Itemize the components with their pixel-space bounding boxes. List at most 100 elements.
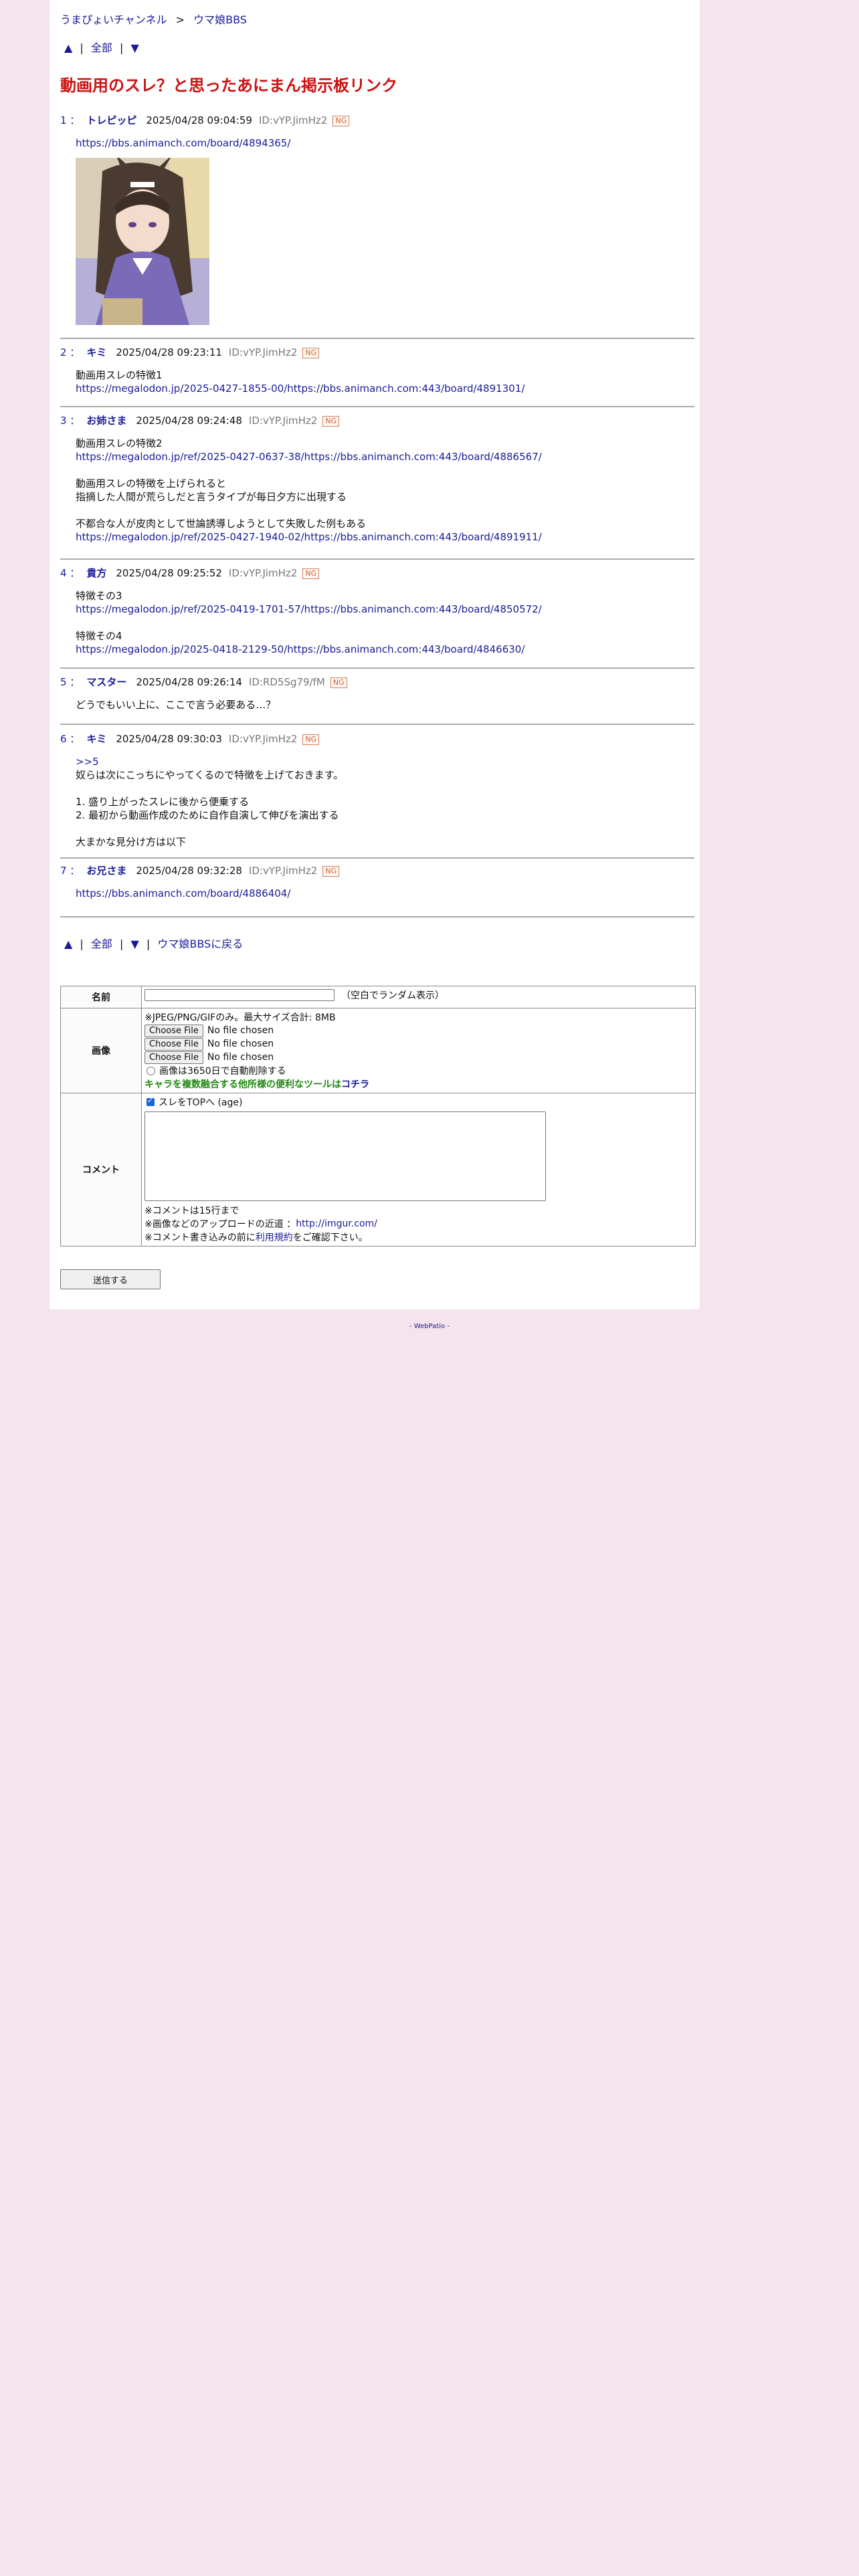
post-number[interactable]: 2 ： [60, 346, 80, 358]
post-body: https://bbs.animanch.com/board/4886404/ [76, 887, 694, 900]
comment-note-2: ※画像などのアップロードの近道 ： http://imgur.com/ [145, 1217, 692, 1230]
ng-button[interactable]: NG [302, 348, 320, 358]
nav-up-link[interactable]: ▲ [64, 41, 72, 54]
tool-note-text: キャラを複数融合する他所様の便利なツールは [145, 1079, 341, 1090]
post-date: 2025/04/28 09:24:48 [136, 415, 242, 427]
comment-textarea[interactable] [145, 1111, 546, 1201]
image-row: 画像 ※JPEG/PNG/GIFのみ。最大サイズ合計: 8MB Choose F… [60, 1008, 696, 1093]
post-link[interactable]: https://megalodon.jp/ref/2025-0427-1940-… [76, 530, 694, 544]
image-label: 画像 [60, 1008, 142, 1093]
post-line: 指摘した人間が荒らしだと言うタイプが毎日夕方に出現する [76, 491, 347, 503]
post-number[interactable]: 6 ： [60, 733, 80, 745]
post-divider [60, 338, 694, 339]
name-row: 名前 （空白でランダム表示） [60, 986, 696, 1008]
post-number[interactable]: 5 ： [60, 676, 80, 688]
post-body: 特徴その3 https://megalodon.jp/ref/2025-0419-… [76, 589, 694, 656]
post-link[interactable]: https://bbs.animanch.com/board/4894365/ [76, 136, 694, 150]
note3-text: ※コメント書き込みの前に [145, 1232, 256, 1243]
post-header: 1 ： トレピッピ 2025/04/28 09:04:59 ID:vYP.JimHz2… [60, 114, 694, 127]
post-line: 不都合な人が皮肉として世論誘導しようとして失敗した例もある [76, 518, 367, 530]
post: 3 ： お姉さま 2025/04/28 09:24:48 ID:vYP.JimHz2 N… [60, 414, 694, 544]
post-header: 4 ： 貴方 2025/04/28 09:25:52 ID:vYP.JimHz2 NG [60, 566, 694, 580]
nav-divider: | [120, 938, 124, 950]
poster-id: ID:vYP.JimHz2 [248, 865, 318, 877]
post-link[interactable]: https://megalodon.jp/2025-0427-1855-00/h… [76, 382, 694, 395]
choose-file-button[interactable]: Choose File [145, 1051, 203, 1064]
post: 6 ： キミ 2025/04/28 09:30:03 ID:vYP.JimHz2 NG >… [60, 732, 694, 849]
post-date: 2025/04/28 09:26:14 [136, 676, 242, 688]
name-input[interactable] [145, 989, 335, 1001]
post-number[interactable]: 1 ： [60, 114, 80, 126]
poster-name[interactable]: キミ [86, 733, 106, 745]
auto-delete-radio[interactable] [147, 1066, 155, 1075]
breadcrumb-board-link[interactable]: ウマ娘BBS [193, 13, 247, 26]
poster-id: ID:RD5Sg79/fM [248, 676, 325, 688]
name-hint: （空白でランダム表示） [341, 990, 444, 1001]
poster-name[interactable]: お兄さま [86, 865, 126, 877]
comment-row: コメント ✓ スレをTOPへ (age) ※コメントは15行まで ※画像などのア… [60, 1093, 696, 1247]
post-line: 動画用スレの特徴1 [76, 369, 163, 381]
post-divider [60, 857, 694, 859]
nav-all-link[interactable]: 全部 [91, 41, 112, 54]
comment-label: コメント [60, 1093, 142, 1247]
post-link[interactable]: >>5 [76, 755, 694, 768]
post-header: 6 ： キミ 2025/04/28 09:30:03 ID:vYP.JimHz2 NG [60, 732, 694, 746]
footer-credit[interactable]: - WebPatio - [0, 1323, 859, 1330]
post-image-thumbnail[interactable] [76, 158, 209, 325]
post: 2 ： キミ 2025/04/28 09:23:11 ID:vYP.JimHz2 NG 動… [60, 346, 694, 395]
breadcrumb-home-link[interactable]: うまぴょいチャンネル [60, 13, 167, 26]
post-number[interactable]: 4 ： [60, 567, 80, 579]
age-option: ✓ スレをTOPへ (age) [145, 1095, 692, 1109]
age-checkbox[interactable]: ✓ [147, 1096, 155, 1106]
comment-note-1: ※コメントは15行まで [145, 1206, 240, 1216]
post-header: 3 ： お姉さま 2025/04/28 09:24:48 ID:vYP.JimHz2 N… [60, 414, 694, 427]
ng-button[interactable]: NG [330, 677, 347, 688]
back-to-board-link[interactable]: ウマ娘BBSに戻る [157, 938, 243, 950]
tool-link[interactable]: コチラ [341, 1077, 369, 1091]
poster-id: ID:vYP.JimHz2 [228, 346, 298, 358]
ng-button[interactable]: NG [322, 866, 340, 877]
post-link[interactable]: https://bbs.animanch.com/board/4886404/ [76, 887, 694, 900]
post-line: 動画用スレの特徴2 [76, 437, 163, 449]
poster-name[interactable]: 貴方 [86, 567, 106, 579]
choose-file-button[interactable]: Choose File [145, 1024, 203, 1037]
nav-divider: | [146, 938, 151, 950]
post-header: 2 ： キミ 2025/04/28 09:23:11 ID:vYP.JimHz2 NG [60, 346, 694, 359]
post-link[interactable]: https://megalodon.jp/ref/2025-0419-1701-… [76, 603, 694, 616]
ng-button[interactable]: NG [302, 568, 320, 579]
bottom-nav: ▲ | 全部 | ▼ | ウマ娘BBSに戻る [64, 935, 243, 951]
nav-all-link[interactable]: 全部 [91, 938, 112, 950]
post-body: https://bbs.animanch.com/board/4894365/ [76, 136, 694, 325]
tool-note: キャラを複数融合する他所様の便利なツールは コチラ [145, 1077, 692, 1091]
nav-down-link[interactable]: ▼ [130, 41, 138, 54]
poster-name[interactable]: お姉さま [86, 415, 126, 427]
ng-button[interactable]: NG [322, 416, 340, 427]
poster-name[interactable]: キミ [86, 346, 106, 358]
imgur-link[interactable]: http://imgur.com/ [296, 1218, 377, 1229]
choose-file-button[interactable]: Choose File [145, 1037, 203, 1051]
post-link[interactable]: https://megalodon.jp/ref/2025-0427-0637-… [76, 450, 694, 463]
file-input-1: Choose File No file chosen [145, 1024, 692, 1037]
post-line: 2. 最初から動画作成のために自作自演して伸びを演出する [76, 809, 339, 821]
submit-button[interactable]: 送信する [60, 1269, 161, 1289]
post-line [76, 822, 694, 835]
poster-name[interactable]: トレピッピ [86, 114, 136, 126]
ng-button[interactable]: NG [302, 734, 320, 745]
comment-cell: ✓ スレをTOPへ (age) ※コメントは15行まで ※画像などのアップロード… [141, 1093, 696, 1247]
poster-name[interactable]: マスター [86, 676, 126, 688]
post-divider [60, 558, 694, 560]
post-number[interactable]: 7 ： [60, 865, 80, 877]
note3-suffix: をご確認下さい。 [292, 1232, 368, 1243]
auto-delete-label: 画像は3650日で自動削除する [159, 1066, 286, 1077]
nav-up-link[interactable]: ▲ [64, 938, 72, 950]
post-date: 2025/04/28 09:04:59 [146, 114, 252, 126]
nav-divider: | [120, 41, 124, 54]
post: 1 ： トレピッピ 2025/04/28 09:04:59 ID:vYP.JimHz2… [60, 114, 694, 325]
file-input-2: Choose File No file chosen [145, 1037, 692, 1051]
ng-button[interactable]: NG [332, 116, 350, 126]
terms-link[interactable]: 利用規約 [256, 1230, 293, 1244]
post-line: 奴らは次にこっちにやってくるので特徴を上げておきます。 [76, 769, 344, 781]
post-link[interactable]: https://megalodon.jp/2025-0418-2129-50/h… [76, 643, 694, 656]
post-number[interactable]: 3 ： [60, 415, 80, 427]
nav-down-link[interactable]: ▼ [130, 938, 138, 950]
